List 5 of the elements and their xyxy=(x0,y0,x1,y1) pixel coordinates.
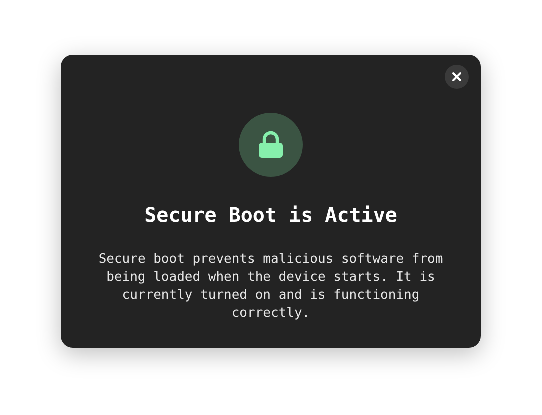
dialog-title: Secure Boot is Active xyxy=(144,203,398,227)
lock-icon xyxy=(258,131,284,159)
description-text: Secure boot prevents malicious software from being loaded when the device starts. It is currently turned on and is functioning correctly. xyxy=(98,251,444,323)
close-icon xyxy=(452,72,462,82)
close-button[interactable] xyxy=(445,65,469,89)
